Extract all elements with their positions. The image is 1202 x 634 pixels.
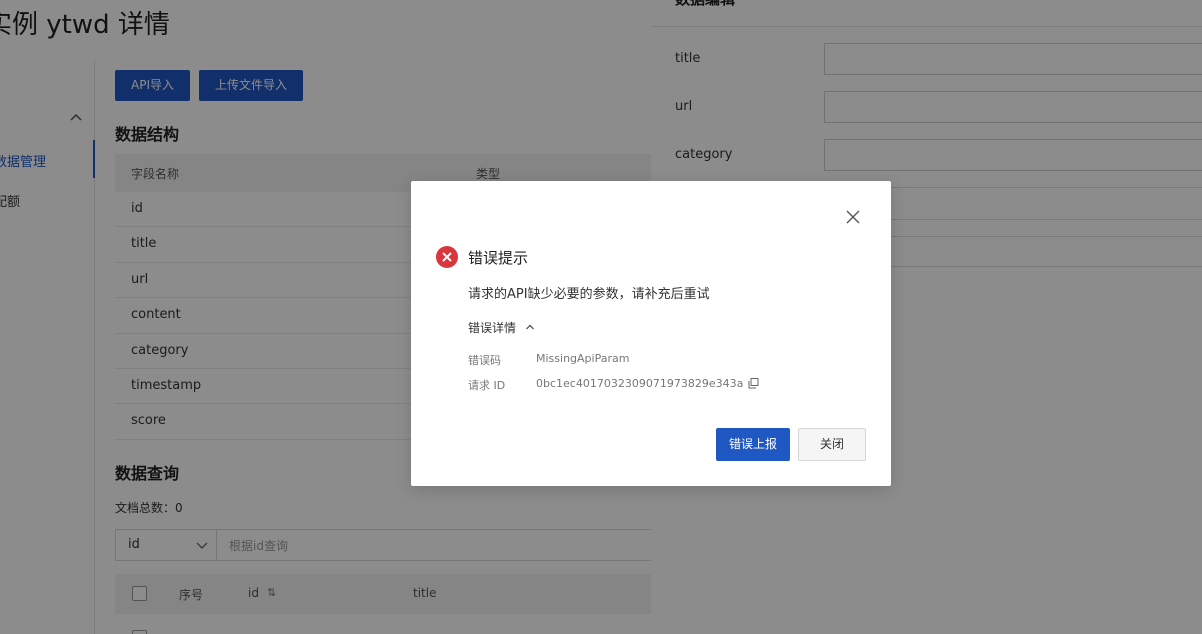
request-id-label: 请求 ID — [468, 379, 506, 392]
error-code-value: MissingApiParam — [536, 352, 630, 365]
chevron-up-icon[interactable] — [525, 322, 535, 332]
close-icon[interactable] — [845, 209, 861, 225]
error-icon — [436, 246, 458, 268]
dialog-title: 错误提示 — [468, 249, 529, 267]
close-button[interactable]: 关闭 — [798, 428, 866, 461]
dialog-message: 请求的API缺少必要的参数，请补充后重试 — [468, 287, 710, 302]
error-dialog: 错误提示 请求的API缺少必要的参数，请补充后重试 错误详情 错误码 Missi… — [411, 181, 891, 486]
report-error-button[interactable]: 错误上报 — [716, 428, 790, 461]
error-detail-toggle[interactable]: 错误详情 — [468, 319, 516, 336]
request-id-value: 0bc1ec4017032309071973829e343a — [536, 377, 744, 390]
error-code-label: 错误码 — [468, 354, 501, 367]
copy-icon[interactable] — [748, 378, 759, 389]
